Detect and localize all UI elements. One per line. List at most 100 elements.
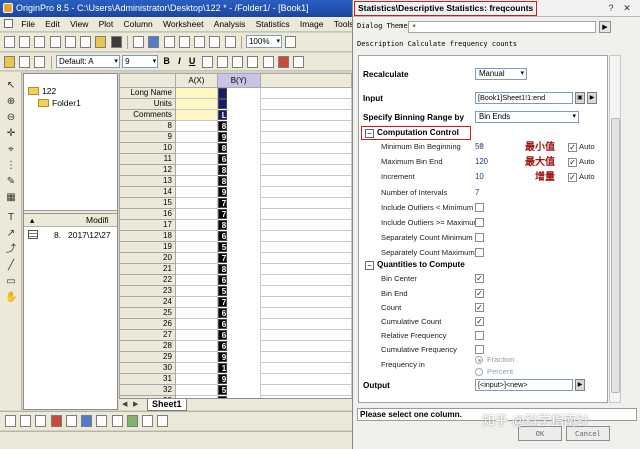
cell-b[interactable]: 81.114 (217, 219, 227, 230)
row-number[interactable]: 10 (119, 142, 176, 154)
rel-freq-checkbox[interactable] (475, 331, 484, 340)
cell-b[interactable]: 91.496 (217, 351, 227, 362)
row-number[interactable]: 8 (119, 120, 176, 132)
cell-b[interactable] (217, 88, 227, 99)
underline-button[interactable]: U (189, 56, 196, 66)
percent-radio[interactable] (475, 368, 483, 376)
cell-a[interactable] (174, 340, 218, 352)
subscript-icon[interactable] (216, 56, 228, 68)
cell-a[interactable] (174, 219, 218, 231)
fraction-radio[interactable] (475, 356, 483, 364)
cell-b[interactable]: 82.462 (217, 120, 227, 131)
cell-a[interactable] (174, 175, 218, 187)
cell-a[interactable] (174, 285, 218, 297)
cell-b[interactable]: 74.536 (217, 252, 227, 263)
cell-a[interactable] (174, 197, 218, 209)
recalculate-icon[interactable] (163, 36, 175, 48)
line-style-icon[interactable] (34, 56, 46, 68)
cell-b[interactable]: 64.498 (217, 274, 227, 285)
column-plot-icon[interactable] (50, 415, 62, 427)
menu-image[interactable]: Image (296, 17, 328, 31)
row-number[interactable]: 17 (119, 219, 176, 231)
computation-control-header[interactable]: Computation Control (377, 127, 459, 138)
zoom-in-icon[interactable]: ⊕ (5, 96, 17, 108)
cell-b-comment[interactable]: Length (217, 109, 227, 120)
sep-max-checkbox[interactable] (475, 248, 484, 257)
row-number[interactable]: 25 (119, 307, 176, 319)
row-number[interactable]: 9 (119, 131, 176, 143)
corner-cell[interactable] (119, 73, 176, 88)
modified-column-header[interactable]: Modifi (86, 214, 109, 227)
bin-end-checkbox[interactable] (475, 289, 484, 298)
template-icon[interactable] (142, 415, 154, 427)
cell-b[interactable] (217, 98, 227, 109)
cell-a[interactable] (174, 142, 218, 154)
row-number[interactable]: 22 (119, 274, 176, 286)
screen-reader-icon[interactable]: ✛ (5, 128, 17, 140)
row-number[interactable]: 31 (119, 373, 176, 385)
cell-a[interactable] (174, 263, 218, 275)
menu-worksheet[interactable]: Worksheet (159, 17, 207, 31)
row-number[interactable]: 12 (119, 164, 176, 176)
output-menu-arrow-icon[interactable]: ▶ (575, 379, 585, 391)
cum-freq-checkbox[interactable] (475, 345, 484, 354)
refresh-icon[interactable] (224, 36, 236, 48)
theme-menu-arrow-icon[interactable]: ▶ (599, 21, 611, 33)
open-folder-icon[interactable] (95, 36, 107, 48)
column-header-a[interactable]: A(X) (174, 73, 218, 88)
increment-value[interactable]: 10 (475, 171, 484, 182)
cell-b[interactable]: 63.175 (217, 307, 227, 318)
menu-plot[interactable]: Plot (95, 17, 118, 31)
cell-a[interactable] (174, 307, 218, 319)
pointer-icon[interactable]: ↖ (5, 80, 17, 92)
next-sheet-icon[interactable]: ▶ (133, 400, 138, 408)
rectangle-tool-icon[interactable]: ▭ (5, 276, 17, 288)
dialog-theme-select[interactable]: * (408, 21, 596, 33)
print-icon[interactable] (178, 36, 190, 48)
new-layout-icon[interactable] (80, 36, 92, 48)
max-bin-auto-checkbox[interactable] (568, 158, 577, 167)
cell-b[interactable]: 96.453 (217, 373, 227, 384)
cell-a[interactable] (174, 186, 218, 198)
zoom-out-icon[interactable]: ⊖ (5, 112, 17, 124)
menu-statistics[interactable]: Statistics (252, 17, 294, 31)
row-number[interactable]: 18 (119, 230, 176, 242)
include-max-checkbox[interactable] (475, 218, 484, 227)
line-symbol-plot-icon[interactable] (35, 415, 47, 427)
area-plot-icon[interactable] (65, 415, 77, 427)
cum-count-checkbox[interactable] (475, 317, 484, 326)
font-name-select[interactable]: Default: A (55, 55, 120, 68)
data-selector-icon[interactable]: ⋮ (5, 160, 17, 172)
cell-b[interactable]: 85.271 (217, 164, 227, 175)
cell-a[interactable] (174, 131, 218, 143)
italic-button[interactable]: I (178, 56, 181, 66)
menu-file[interactable]: File (17, 17, 39, 31)
column-header-b[interactable]: B(Y) (216, 73, 261, 88)
cell-a[interactable] (174, 351, 218, 363)
zoom-select[interactable]: 100% (245, 35, 282, 48)
hand-tool-icon[interactable]: ✋ (5, 292, 17, 304)
explorer-list-item[interactable]: 8. 2017\12\27 (24, 229, 117, 241)
row-label[interactable]: Comments (119, 109, 176, 121)
contour-plot-icon[interactable] (111, 415, 123, 427)
line-tool-icon[interactable]: ╱ (5, 260, 17, 272)
select-range-icon[interactable]: ▣ (575, 92, 585, 104)
row-number[interactable]: 30 (119, 362, 176, 374)
superscript-icon[interactable] (201, 56, 213, 68)
cell-b[interactable]: 63.386 (217, 318, 227, 329)
cell-a[interactable] (174, 274, 218, 286)
import-wizard-icon[interactable] (148, 36, 160, 48)
row-number[interactable]: 26 (119, 318, 176, 330)
cell-b[interactable]: 87.076 (217, 175, 227, 186)
menu-view[interactable]: View (66, 17, 92, 31)
greek-icon[interactable] (232, 56, 244, 68)
bold-button[interactable]: B (163, 56, 170, 66)
new-project-icon[interactable] (4, 36, 15, 48)
tree-folder1[interactable]: Folder1 (38, 98, 81, 108)
menu-edit[interactable]: Edit (41, 17, 64, 31)
count-checkbox[interactable] (475, 303, 484, 312)
cell-b[interactable]: 77.574 (217, 208, 227, 219)
cell-b[interactable]: 76.327 (217, 296, 227, 307)
font-size-up-icon[interactable] (247, 56, 259, 68)
cell-b[interactable]: 95.042 (217, 131, 227, 142)
